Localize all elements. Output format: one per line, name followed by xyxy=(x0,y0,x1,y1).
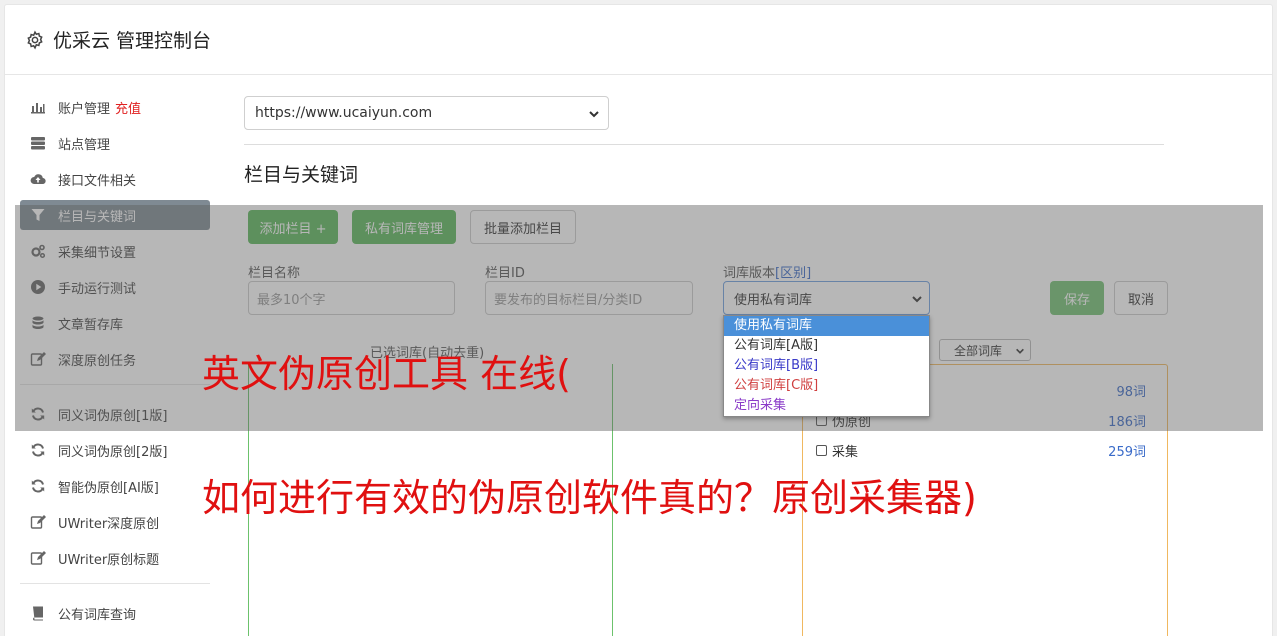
sidebar-item-synonym-v1[interactable]: 同义词伪原创[1版] xyxy=(20,399,210,429)
column-name-label: 栏目名称 xyxy=(248,266,301,281)
sidebar-item-label: 深度原创任务 xyxy=(58,353,137,369)
cloud-upload-icon xyxy=(30,174,46,185)
sidebar-item-label: 同义词伪原创[2版] xyxy=(58,444,168,460)
sidebar-divider xyxy=(20,583,210,584)
chevron-down-icon xyxy=(1016,348,1024,354)
sidebar-item-manual-run[interactable]: 手动运行测试 xyxy=(20,272,210,302)
keyword-count: 186词 xyxy=(1108,414,1146,430)
private-lib-button[interactable]: 私有词库管理 xyxy=(352,210,456,244)
gear-icon xyxy=(27,29,43,50)
cogs-icon xyxy=(31,244,46,259)
version-label-text: 词库版本 xyxy=(723,266,776,281)
dropdown-option[interactable]: 公有词库[B版] xyxy=(724,356,929,376)
filter-select-value: 全部词库 xyxy=(954,343,1003,358)
version-select[interactable]: 使用私有词库 xyxy=(723,281,930,315)
sidebar-item-columns[interactable]: 栏目与关键词 xyxy=(20,200,210,230)
recharge-link[interactable]: 充值 xyxy=(115,98,141,117)
sidebar-item-deep-original[interactable]: 深度原创任务 xyxy=(20,344,210,374)
chevron-down-icon xyxy=(912,296,922,303)
keyword-count: 98词 xyxy=(1116,384,1146,400)
chevron-down-icon xyxy=(589,111,599,118)
sidebar-item-label: 智能伪原创[AI版] xyxy=(58,480,159,496)
sidebar-item-uwriter-title[interactable]: UWriter原创标题 xyxy=(20,543,210,573)
sidebar-item-sites[interactable]: 站点管理 xyxy=(20,128,210,158)
sidebar-item-label: 公有词库查询 xyxy=(58,607,137,623)
sidebar-item-label: 手动运行测试 xyxy=(58,281,137,297)
sidebar-item-interface[interactable]: 接口文件相关 xyxy=(20,164,210,194)
sidebar-item-label: UWriter深度原创 xyxy=(58,516,160,532)
sidebar-item-ai-rewrite[interactable]: 智能伪原创[AI版] xyxy=(20,471,210,501)
column-id-input[interactable]: 要发布的目标栏目/分类ID xyxy=(485,281,693,315)
edit-icon xyxy=(30,551,46,565)
save-button[interactable]: 保存 xyxy=(1050,281,1104,315)
site-select-value: https://www.ucaiyun.com xyxy=(255,105,433,121)
column-id-label: 栏目ID xyxy=(485,266,525,281)
sidebar-divider xyxy=(20,384,210,385)
bar-chart-icon xyxy=(31,103,45,114)
sidebar-item-account[interactable]: 账户管理 充值 xyxy=(20,92,210,122)
edit-icon xyxy=(30,515,46,529)
refresh-icon xyxy=(31,407,45,421)
sidebar: 账户管理 充值 站点管理 接口文件相关 栏目与关键词 采集细节设置 手动运行测试… xyxy=(20,92,210,634)
database-icon xyxy=(32,316,44,329)
sidebar-item-label: 账户管理 xyxy=(58,101,111,117)
sidebar-item-label: 栏目与关键词 xyxy=(58,209,137,225)
dropdown-option[interactable]: 公有词库[A版] xyxy=(724,336,929,356)
keyword-count: 259词 xyxy=(1108,444,1146,460)
page-title: 优采云 管理控制台 xyxy=(53,30,212,52)
batch-add-button[interactable]: 批量添加栏目 xyxy=(470,210,576,244)
dropdown-option[interactable]: 定向采集 xyxy=(724,396,929,416)
refresh-icon xyxy=(31,443,45,457)
overlay-caption-line1: 英文伪原创工具 在线( xyxy=(202,352,571,396)
sidebar-item-public-lib[interactable]: 公有词库查询 xyxy=(20,598,210,628)
dropdown-option[interactable]: 使用私有词库 xyxy=(724,316,929,336)
keyword-checkbox[interactable] xyxy=(816,444,827,456)
section-title: 栏目与关键词 xyxy=(244,164,359,186)
overlay-caption-line2: 如何进行有效的伪原创软件真的？原创采集器) xyxy=(202,476,977,520)
site-select[interactable]: https://www.ucaiyun.com xyxy=(244,96,609,130)
sidebar-item-collect-settings[interactable]: 采集细节设置 xyxy=(20,236,210,266)
filter-icon xyxy=(31,209,45,221)
book-icon xyxy=(33,606,43,621)
version-select-value: 使用私有词库 xyxy=(734,292,813,308)
sidebar-item-synonym-v2[interactable]: 同义词伪原创[2版] xyxy=(20,435,210,465)
sidebar-item-label: 采集细节设置 xyxy=(58,245,137,261)
divider xyxy=(244,144,1164,145)
page-header: 优采云 管理控制台 xyxy=(5,5,1272,75)
server-icon xyxy=(31,137,45,150)
version-label: 词库版本[区别] xyxy=(723,262,811,281)
sidebar-item-uwriter-deep[interactable]: UWriter深度原创 xyxy=(20,507,210,537)
sidebar-item-label: 接口文件相关 xyxy=(58,173,137,189)
play-icon xyxy=(31,280,45,294)
column-name-input[interactable]: 最多10个字 xyxy=(248,281,455,315)
version-dropdown: 使用私有词库 公有词库[A版] 公有词库[B版] 公有词库[C版] 定向采集 xyxy=(723,315,930,417)
sidebar-item-label: 同义词伪原创[1版] xyxy=(58,408,168,424)
cancel-button[interactable]: 取消 xyxy=(1114,281,1168,315)
edit-icon xyxy=(30,352,46,366)
sidebar-item-label: 站点管理 xyxy=(58,137,111,153)
difference-link[interactable]: [区别] xyxy=(775,266,811,281)
dropdown-option[interactable]: 公有词库[C版] xyxy=(724,376,929,396)
sidebar-item-label: UWriter原创标题 xyxy=(58,552,160,568)
keyword-name: 采集 xyxy=(832,444,859,460)
sidebar-item-article-store[interactable]: 文章暂存库 xyxy=(20,308,210,338)
refresh-icon xyxy=(31,479,45,493)
filter-select[interactable]: 全部词库 xyxy=(939,339,1031,361)
add-column-button[interactable]: 添加栏目 + xyxy=(248,210,338,244)
sidebar-item-label: 文章暂存库 xyxy=(58,317,124,333)
list-item[interactable]: 采集 259词 xyxy=(816,440,1146,460)
